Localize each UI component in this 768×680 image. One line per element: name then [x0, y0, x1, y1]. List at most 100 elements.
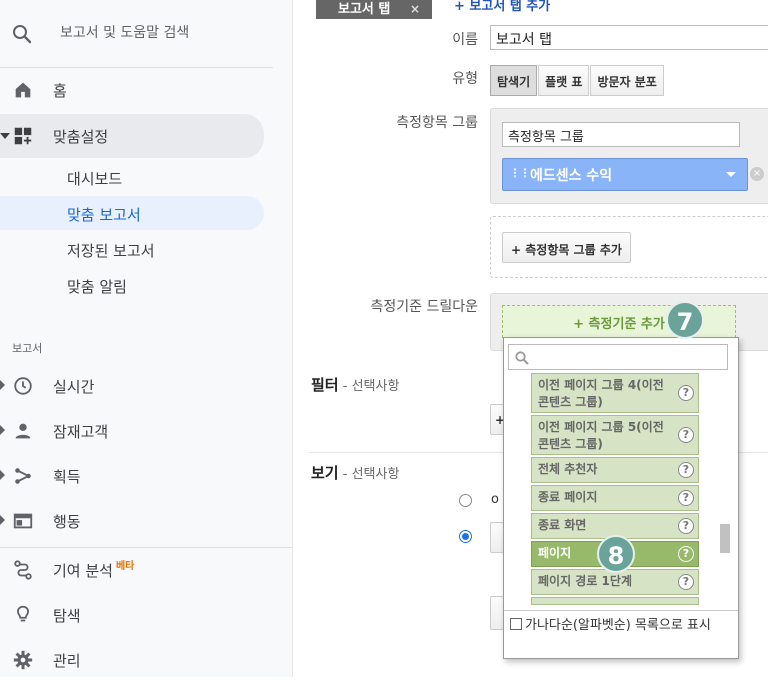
type-label: 유형 [452, 71, 478, 87]
name-field[interactable]: 보고서 탭 [490, 25, 768, 50]
window-icon [13, 513, 33, 529]
dimension-option-label: 페이지 [538, 546, 572, 560]
dimension-option-label: 페이지 경로 1단계 [538, 574, 632, 588]
sub-item-saved-report[interactable]: 저장된 보고서 [0, 232, 264, 266]
help-icon[interactable]: ? [678, 574, 694, 590]
help-icon[interactable]: ? [678, 385, 694, 401]
nav-admin-label: 관리 [53, 652, 81, 670]
help-icon[interactable]: ? [678, 462, 694, 478]
sub-item-custom-report[interactable]: 맞춤 보고서 [0, 196, 264, 230]
dropdown-scrollbar[interactable] [720, 524, 730, 553]
filter-title: 필터 [311, 376, 339, 394]
attribution-text: 기여 분석 [53, 562, 113, 580]
nav-customization-label: 맞춤설정 [53, 128, 109, 146]
view-all-radio[interactable] [459, 494, 472, 507]
dimension-picker-dropdown: 이전 페이지 그룹 4(이전 콘텐츠 그룹) ? 이전 페이지 그룹 5(이전 … [503, 337, 739, 659]
divider [0, 547, 292, 548]
view-optional: - 선택사항 [338, 467, 400, 482]
dimension-option[interactable]: 이전 페이지 그룹 4(이전 콘텐츠 그룹) ? [531, 373, 699, 413]
dimension-search-input[interactable] [508, 344, 728, 370]
dimension-option[interactable]: 이전 페이지 그룹 5(이전 콘텐츠 그룹) ? [531, 415, 699, 455]
nav-customization[interactable]: 맞춤설정 [0, 114, 264, 158]
lightbulb-icon [17, 605, 29, 622]
dashboard-plus-icon [14, 127, 32, 145]
view-option-label: o [491, 492, 499, 507]
reports-section-header: 보고서 [12, 342, 43, 355]
help-icon[interactable]: ? [678, 490, 694, 506]
metric-group-name-field[interactable]: 측정항목 그룹 [502, 122, 740, 147]
chevron-right-icon [0, 425, 5, 435]
nav-admin[interactable]: 관리 [0, 640, 273, 680]
acquisition-icon [15, 468, 31, 484]
report-help-search[interactable]: 보고서 및 도움말 검색 [0, 0, 273, 68]
beta-badge: 베타 [115, 561, 135, 572]
nav-home[interactable]: 홈 [0, 70, 273, 110]
dimension-option-label: 이전 페이지 그룹 5(이전 콘텐츠 그룹) [538, 420, 664, 451]
report-editor: 보고서 탭 × + 보고서 탭 추가 이름 보고서 탭 유형 탐색기 플랫 표 … [292, 0, 768, 677]
add-metric-group-button[interactable]: + 측정항목 그룹 추가 [502, 232, 631, 263]
clock-icon [14, 377, 32, 395]
sidebar: 보고서 및 도움말 검색 홈 맞춤설정 대시보드 맞춤 보고서 저장된 보고서 … [0, 0, 292, 677]
gear-icon [13, 650, 33, 670]
report-tab[interactable]: 보고서 탭 × [316, 0, 432, 19]
chevron-right-icon [0, 380, 5, 390]
help-icon[interactable]: ? [678, 518, 694, 534]
sub-item-label: 저장된 보고서 [67, 242, 155, 260]
dimension-option[interactable]: 전체 추천자 ? [531, 457, 699, 483]
alphabetical-label: 가나다순(알파벳순) 목록으로 표시 [525, 618, 711, 633]
help-icon[interactable]: ? [678, 427, 694, 443]
metric-pill[interactable]: ⋮⋮ 에드센스 수익 [502, 158, 748, 191]
dimension-option-partial[interactable] [531, 597, 699, 605]
view-title: 보기 [311, 464, 339, 482]
nav-audience[interactable]: 잠재고객 [0, 411, 273, 451]
dimension-option-label: 종료 페이지 [538, 490, 598, 504]
nav-behavior[interactable]: 행동 [0, 501, 273, 541]
metric-pill-label: 에드센스 수익 [530, 168, 613, 184]
dimension-option-label: 전체 추천자 [538, 462, 598, 476]
filter-section-title: 필터 - 선택사항 [311, 374, 399, 395]
person-icon [15, 423, 31, 439]
close-icon[interactable]: × [410, 2, 420, 16]
metric-group-label: 측정항목 그룹 [396, 115, 478, 131]
search-icon [515, 351, 529, 365]
nav-behavior-label: 행동 [53, 513, 81, 531]
nav-realtime-label: 실시간 [53, 378, 95, 396]
dimension-drilldown-label: 측정기준 드릴다운 [370, 299, 479, 315]
view-select-button[interactable] [490, 522, 504, 553]
attribution-icon [14, 560, 32, 580]
sub-item-label: 대시보드 [67, 170, 123, 188]
sub-item-dashboard[interactable]: 대시보드 [0, 160, 264, 194]
view-action-button[interactable] [490, 596, 504, 630]
chevron-down-icon [0, 133, 10, 139]
nav-acquisition-label: 획득 [53, 468, 81, 486]
nav-attribution-label: 기여 분석 베타 [53, 560, 134, 581]
nav-attribution[interactable]: 기여 분석 베타 [0, 550, 273, 590]
step-badge-7: 7 [666, 301, 704, 339]
remove-metric-icon[interactable]: × [750, 167, 764, 181]
sub-item-label: 맞춤 알림 [67, 278, 127, 296]
help-icon[interactable]: ? [678, 546, 694, 562]
name-label: 이름 [452, 32, 478, 48]
dimension-option-label: 이전 페이지 그룹 4(이전 콘텐츠 그룹) [538, 378, 664, 409]
chevron-right-icon [0, 515, 5, 525]
view-selected-radio[interactable] [459, 530, 472, 543]
step-badge-8: 8 [597, 535, 635, 573]
nav-discover[interactable]: 탐색 [0, 595, 273, 635]
nav-acquisition[interactable]: 획득 [0, 456, 273, 496]
report-tab-label: 보고서 탭 [338, 2, 391, 17]
type-flat-table-button[interactable]: 플랫 표 [538, 65, 590, 96]
add-report-tab-link[interactable]: + 보고서 탭 추가 [454, 0, 550, 14]
chevron-down-icon[interactable] [726, 172, 736, 177]
type-map-overlay-button[interactable]: 방문자 분포 [590, 65, 664, 96]
dimension-option-label: 종료 화면 [538, 518, 587, 532]
alphabetical-checkbox[interactable] [510, 618, 522, 630]
dimension-option[interactable]: 종료 페이지 ? [531, 485, 699, 511]
view-section-title: 보기 - 선택사항 [311, 462, 399, 483]
nav-realtime[interactable]: 실시간 [0, 366, 273, 406]
chevron-right-icon [0, 470, 5, 480]
drag-handle-icon[interactable]: ⋮⋮ [509, 166, 531, 180]
type-explorer-button[interactable]: 탐색기 [490, 65, 538, 96]
alphabetical-toggle[interactable]: 가나다순(알파벳순) 목록으로 표시 [504, 610, 738, 634]
search-label: 보고서 및 도움말 검색 [60, 25, 190, 41]
sub-item-custom-alerts[interactable]: 맞춤 알림 [0, 268, 264, 302]
